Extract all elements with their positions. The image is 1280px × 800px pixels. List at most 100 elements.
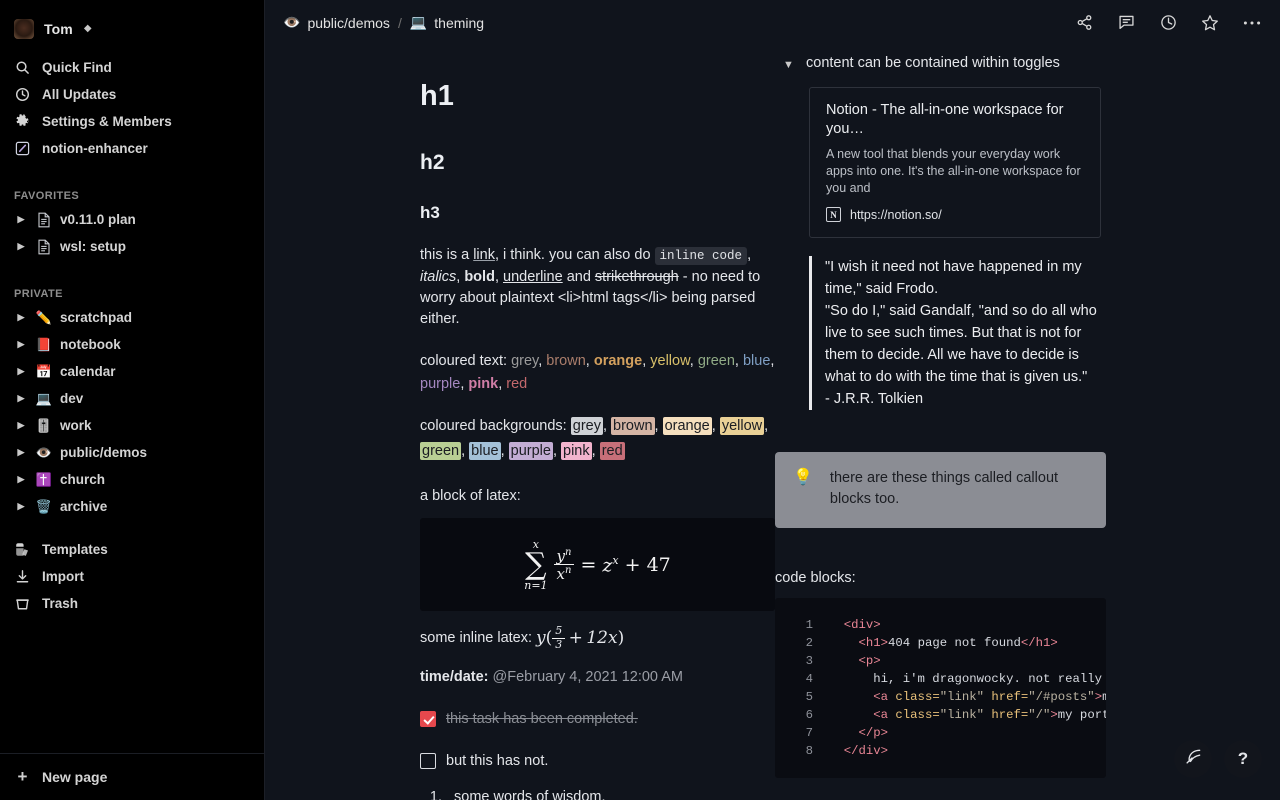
coloured-text-pink: pink xyxy=(468,376,499,393)
code-line-content: <h1>404 page not found</h1> xyxy=(829,634,1058,652)
inline-link[interactable]: link xyxy=(473,247,495,263)
laptop-icon: 💻 xyxy=(35,391,53,406)
code-line-number: 4 xyxy=(805,672,813,686)
avatar xyxy=(14,19,34,39)
sidebar-page-label: work xyxy=(60,418,92,433)
sidebar-item-all-updates[interactable]: All Updates xyxy=(0,81,264,108)
code-line: 7 </p> xyxy=(775,724,1106,742)
todo-item-pending[interactable]: but this has not. xyxy=(420,753,775,769)
code-line-number: 5 xyxy=(805,690,813,704)
bookmark-url: https://notion.so/ xyxy=(850,207,942,222)
page-icon xyxy=(35,212,53,228)
pencil-icon: ✏️ xyxy=(35,310,53,325)
bookmark-card[interactable]: Notion - The all-in-one workspace for yo… xyxy=(809,87,1101,238)
chevron-right-icon[interactable]: ▶ xyxy=(14,420,28,431)
sidebar-page-calendar[interactable]: ▶ 📅 calendar xyxy=(0,358,264,385)
sidebar-page-wsl-setup[interactable]: ▶ wsl: setup xyxy=(0,233,264,260)
sidebar-item-quick-find[interactable]: Quick Find xyxy=(0,54,264,81)
code-token-attr: class= xyxy=(895,708,940,722)
coloured-text-green: green xyxy=(697,353,735,370)
code-line: 5 <a class="link" href="/#posts">my blo xyxy=(775,688,1106,706)
chevron-right-icon[interactable]: ▶ xyxy=(14,474,28,485)
inline-latex-label: some inline latex: xyxy=(420,630,533,647)
chevron-down-icon[interactable]: ▼ xyxy=(783,55,795,75)
code-token-attr: class= xyxy=(895,690,940,704)
chevron-updown-icon: ◆ xyxy=(83,23,92,34)
sidebar-page-label: public/demos xyxy=(60,445,148,460)
chevron-right-icon[interactable]: ▶ xyxy=(14,447,28,458)
sidebar-page-public-demos[interactable]: ▶ 👁️ public/demos xyxy=(0,439,264,466)
sidebar-item-import[interactable]: Import xyxy=(0,563,264,590)
breadcrumb-item-theming[interactable]: 💻 theming xyxy=(410,14,484,31)
latex-block[interactable]: x ∑ n=1 yn xn = zx + 47 xyxy=(420,518,775,612)
coloured-text-label: coloured text: xyxy=(420,353,512,370)
chevron-right-icon[interactable]: ▶ xyxy=(14,393,28,404)
time-date-row: time/date: @February 4, 2021 12:00 AM xyxy=(420,669,775,685)
checkbox-unchecked-icon[interactable] xyxy=(420,753,436,769)
quote-line: - J.R.R. Tolkien xyxy=(825,391,924,407)
sidebar-item-trash[interactable]: Trash xyxy=(0,590,264,617)
sidebar-page-notebook[interactable]: ▶ 📕 notebook xyxy=(0,331,264,358)
sidebar-page-v0110-plan[interactable]: ▶ v0.11.0 plan xyxy=(0,206,264,233)
inline-latex-row: some inline latex: y(5 3 + 12x) xyxy=(420,625,775,651)
todo-item-completed[interactable]: this task has been completed. xyxy=(420,711,775,727)
history-icon[interactable] xyxy=(1158,13,1178,33)
column-right: ▼ content can be contained within toggle… xyxy=(775,45,1280,800)
sidebar-page-label: v0.11.0 plan xyxy=(60,212,136,227)
toggle-block[interactable]: ▼ content can be contained within toggle… xyxy=(775,55,1135,75)
sidebar-page-archive[interactable]: ▶ 🗑️ archive xyxy=(0,493,264,520)
breadcrumb-item-public-demos[interactable]: 👁️ public/demos xyxy=(283,14,390,31)
bookmark-link-row[interactable]: N https://notion.so/ xyxy=(826,207,1084,222)
sidebar-page-work[interactable]: ▶ 🎚️ work xyxy=(0,412,264,439)
main-area: 👁️ public/demos / 💻 theming h1 h2 h3 thi… xyxy=(265,0,1280,800)
chevron-right-icon[interactable]: ▶ xyxy=(14,339,28,350)
share-icon[interactable] xyxy=(1074,13,1094,33)
date-mention[interactable]: @February 4, 2021 12:00 AM xyxy=(493,669,683,685)
coloured-text-brown: brown xyxy=(546,353,586,370)
sidebar-page-label: archive xyxy=(60,499,108,514)
notebook-icon: 📕 xyxy=(35,337,53,352)
sidebar-page-church[interactable]: ▶ ✝️ church xyxy=(0,466,264,493)
sidebar-item-settings-members[interactable]: Settings & Members xyxy=(0,108,264,135)
sidebar-section-favorites: FAVORITES xyxy=(14,190,80,202)
sidebar-item-notion-enhancer[interactable]: notion-enhancer xyxy=(0,135,264,162)
code-token-str: "link" xyxy=(939,708,984,722)
code-line-content: <a class="link" href="/#posts">my blo xyxy=(829,688,1106,706)
callout-block[interactable]: 💡 there are these things called callout … xyxy=(775,452,1106,528)
sidebar-page-label: dev xyxy=(60,391,84,406)
star-icon[interactable] xyxy=(1200,13,1220,33)
underline-text: underline xyxy=(503,269,563,286)
chevron-right-icon[interactable]: ▶ xyxy=(14,312,28,323)
code-line: 3 <p> xyxy=(775,652,1106,670)
checkbox-checked-icon[interactable] xyxy=(420,711,436,727)
comment-icon[interactable] xyxy=(1116,13,1136,33)
callout-text: there are these things called callout bl… xyxy=(829,470,1059,507)
coloured-text-blue: blue xyxy=(742,353,771,370)
code-line: 6 <a class="link" href="/">my portfolio xyxy=(775,706,1106,724)
help-button[interactable]: ? xyxy=(1224,740,1262,778)
chevron-right-icon[interactable]: ▶ xyxy=(14,501,28,512)
trash-icon xyxy=(14,595,31,612)
code-block-html[interactable]: 1 <div> 2 <h1>404 page not found</h1> 3 <p… xyxy=(775,598,1106,778)
feather-button[interactable] xyxy=(1174,740,1212,778)
sidebar-page-label: calendar xyxy=(60,364,116,379)
quote-line: "So do I," said Gandalf, "and so do all … xyxy=(825,303,1097,385)
new-page-button[interactable]: + New page xyxy=(0,754,264,800)
sidebar-page-dev[interactable]: ▶ 💻 dev xyxy=(0,385,264,412)
code-line-content: <a class="link" href="/">my portfolio xyxy=(829,706,1106,724)
code-token-str: "/" xyxy=(1028,708,1051,722)
workspace-switcher[interactable]: Tom ◆ xyxy=(0,8,264,50)
sidebar-item-templates[interactable]: Templates xyxy=(0,536,264,563)
more-icon[interactable] xyxy=(1242,13,1262,33)
sidebar-footer: + New page xyxy=(0,753,264,800)
chevron-right-icon[interactable]: ▶ xyxy=(14,366,28,377)
chevron-right-icon[interactable]: ▶ xyxy=(14,214,28,225)
breadcrumb-label: theming xyxy=(434,14,485,31)
sidebar-page-scratchpad[interactable]: ▶ ✏️ scratchpad xyxy=(0,304,264,331)
coloured-bg-yellow: yellow xyxy=(719,417,765,436)
sidebar-item-label: All Updates xyxy=(42,87,117,102)
import-icon xyxy=(14,568,31,585)
coloured-bg-pink: pink xyxy=(561,442,592,461)
chevron-right-icon[interactable]: ▶ xyxy=(14,241,28,252)
coloured-text-paragraph: coloured text: grey, brown, orange, yell… xyxy=(420,353,775,393)
